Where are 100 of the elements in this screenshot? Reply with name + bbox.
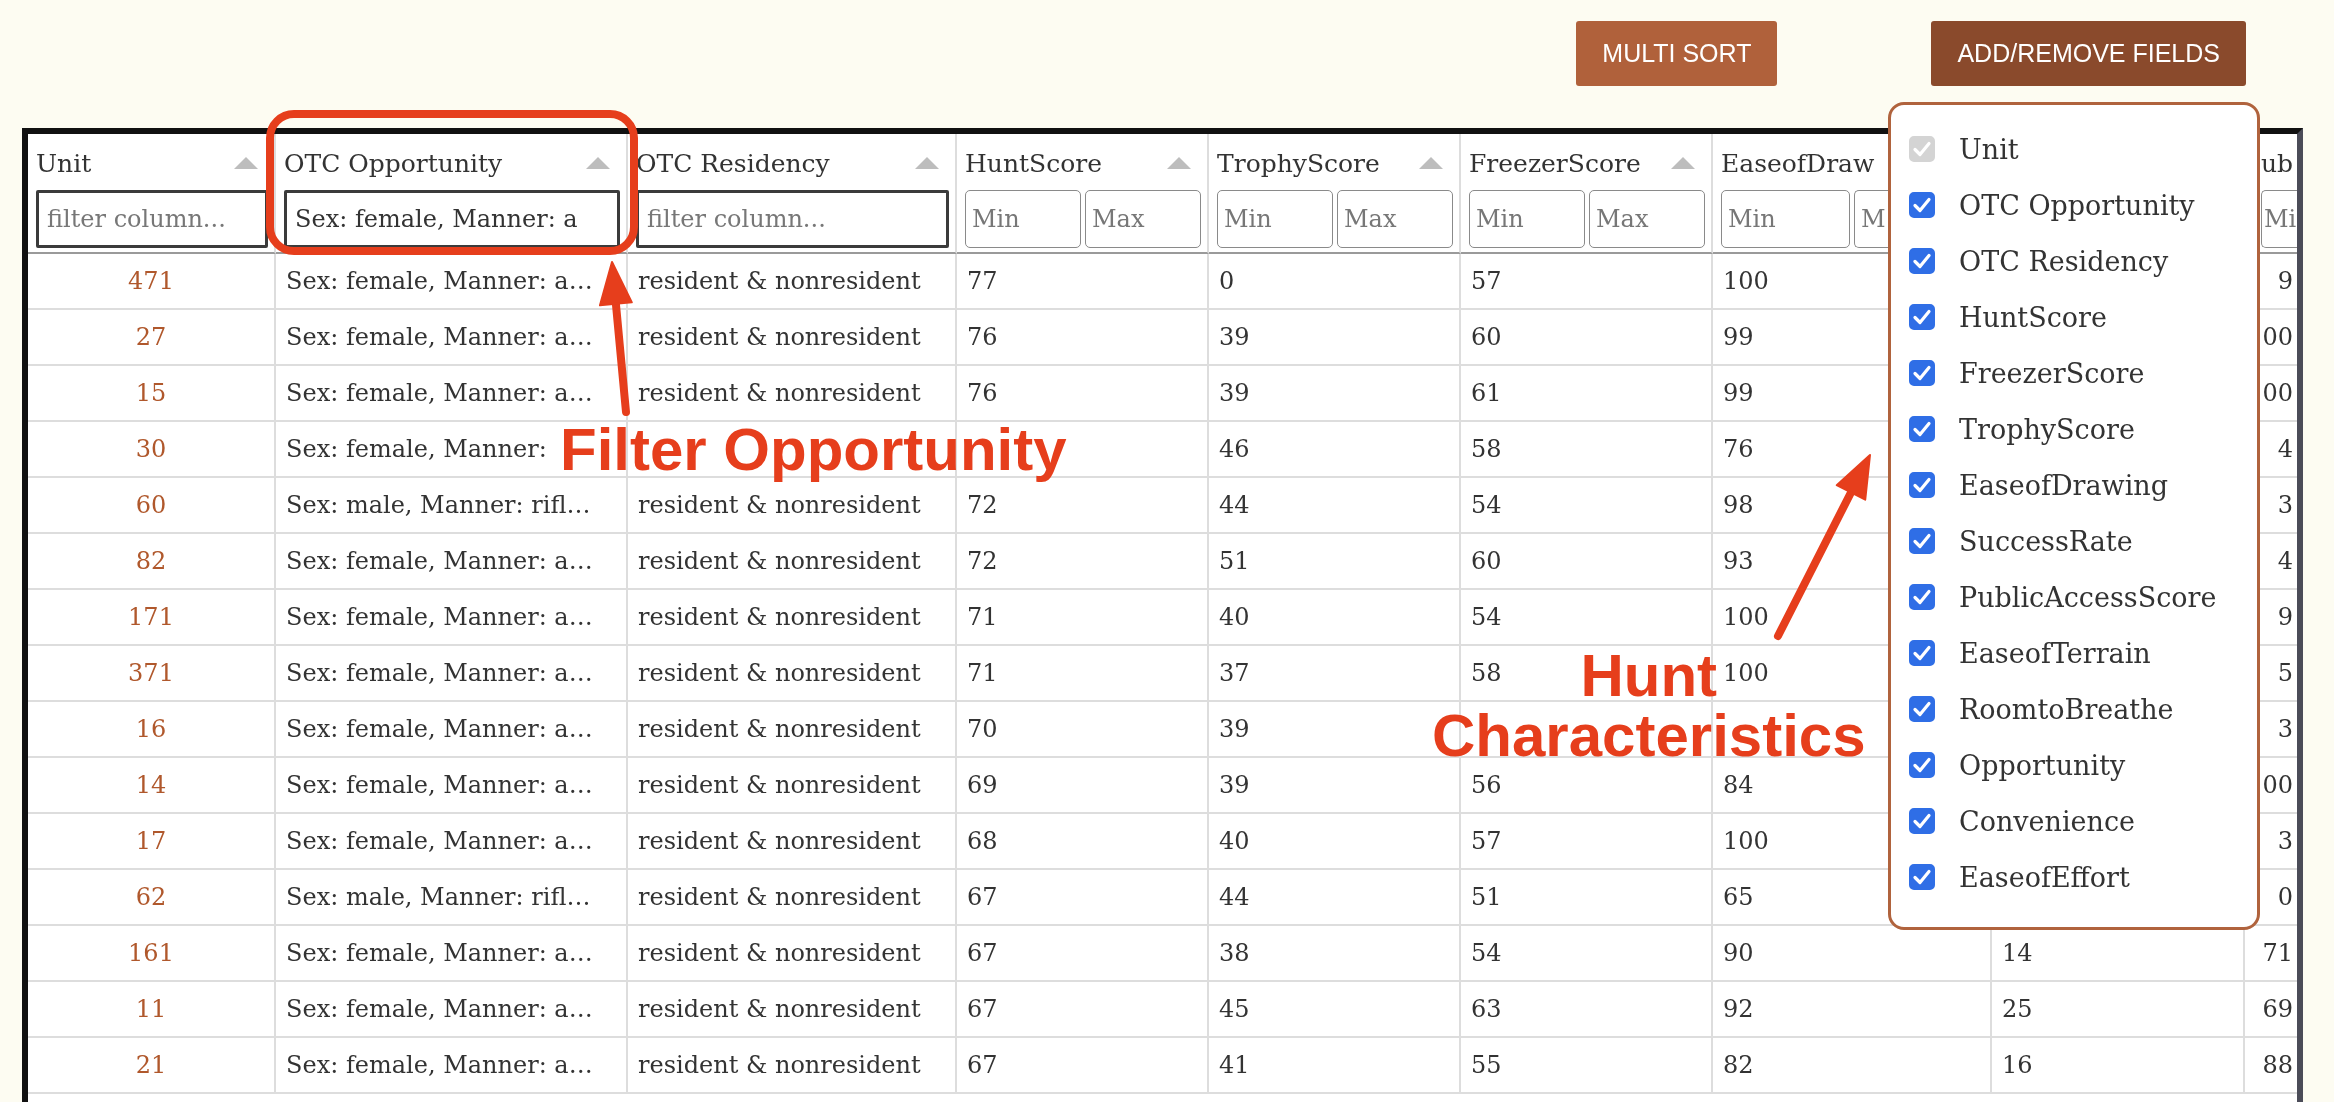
- unit-link[interactable]: 171: [128, 603, 174, 631]
- checkbox[interactable]: [1909, 584, 1935, 610]
- cell-value: Sex: female, Manner: a…: [286, 939, 593, 967]
- column-header[interactable]: EaseofDraw: [1721, 148, 1875, 178]
- field-option[interactable]: PublicAccessScore: [1959, 581, 2217, 613]
- min-field[interactable]: Mi: [2261, 190, 2297, 248]
- annotation-text: Hunt: [1580, 646, 1718, 706]
- cell-value: resident & nonresident: [638, 715, 921, 743]
- cell-value: 41: [1219, 1051, 1250, 1079]
- checkbox[interactable]: [1909, 416, 1935, 442]
- cell-value: 100: [1723, 267, 1769, 295]
- min-field[interactable]: Min: [965, 190, 1081, 248]
- field-option[interactable]: FreezerScore: [1959, 357, 2145, 389]
- cell-value: 45: [1219, 995, 1250, 1023]
- unit-link[interactable]: 60: [135, 491, 167, 519]
- checkbox[interactable]: [1909, 752, 1935, 778]
- checkbox[interactable]: [1909, 808, 1935, 834]
- max-field[interactable]: Max: [1589, 190, 1705, 248]
- cell-value: 63: [1471, 995, 1502, 1023]
- cell-value: 72: [967, 491, 998, 519]
- cell-value: 69: [2262, 995, 2293, 1023]
- cell-value: 67: [967, 995, 998, 1023]
- cell-value: 70: [967, 715, 998, 743]
- max-field[interactable]: M: [1854, 190, 1888, 248]
- cell-value: 88: [2262, 1051, 2293, 1079]
- checkbox[interactable]: [1909, 248, 1935, 274]
- column-header[interactable]: HuntScore: [965, 148, 1102, 178]
- annotation-text: Filter Opportunity: [560, 420, 1067, 480]
- cell-value: 54: [1471, 491, 1502, 519]
- unit-link[interactable]: 471: [128, 267, 174, 295]
- cell-value: Sex: female, Manner: a…: [286, 771, 593, 799]
- field-option[interactable]: EaseofEffort: [1959, 861, 2130, 893]
- min-field[interactable]: Min: [1217, 190, 1333, 248]
- cell-value: 3: [2277, 491, 2293, 519]
- unit-link[interactable]: 62: [135, 883, 167, 911]
- unit-link[interactable]: 16: [135, 715, 167, 743]
- column-header[interactable]: TrophyScore: [1217, 148, 1380, 178]
- column-header[interactable]: ub: [2260, 148, 2293, 178]
- field-option[interactable]: RoomtoBreathe: [1959, 693, 2174, 725]
- unit-link[interactable]: 15: [135, 379, 167, 407]
- field-option[interactable]: TrophyScore: [1959, 413, 2135, 445]
- checkbox[interactable]: [1909, 192, 1935, 218]
- cell-value: 46: [1219, 435, 1250, 463]
- column-header[interactable]: Unit: [36, 148, 92, 178]
- unit-link[interactable]: 82: [135, 547, 167, 575]
- unit-link[interactable]: 161: [128, 939, 174, 967]
- unit-link[interactable]: 14: [135, 771, 167, 799]
- checkbox[interactable]: [1909, 696, 1935, 722]
- checkbox[interactable]: [1909, 304, 1935, 330]
- cell-value: 39: [1219, 771, 1250, 799]
- column-header[interactable]: OTC Residency: [636, 148, 830, 178]
- field-option[interactable]: OTC Residency: [1959, 245, 2169, 277]
- filter-field[interactable]: filter column...: [636, 190, 949, 248]
- unit-link[interactable]: 371: [128, 659, 174, 687]
- field-option[interactable]: SuccessRate: [1959, 525, 2133, 557]
- filter-field[interactable]: Sex: female, Manner: a: [284, 190, 620, 248]
- filter-field[interactable]: filter column...: [36, 190, 268, 248]
- cell-value: resident & nonresident: [638, 491, 921, 519]
- field-option[interactable]: Opportunity: [1959, 749, 2126, 781]
- max-field[interactable]: Max: [1337, 190, 1453, 248]
- min-field[interactable]: Min: [1721, 190, 1850, 248]
- unit-link[interactable]: 21: [135, 1051, 167, 1079]
- cell-value: 93: [1723, 547, 1754, 575]
- cell-value: 57: [1471, 267, 1502, 295]
- cell-value: Sex: female, Manner: a…: [286, 1051, 593, 1079]
- checkbox[interactable]: [1909, 528, 1935, 554]
- unit-link[interactable]: 30: [135, 435, 167, 463]
- column-header[interactable]: OTC Opportunity: [284, 148, 503, 178]
- multi-sort-button[interactable]: MULTI SORT: [1576, 21, 1778, 86]
- cell-value: Sex: female, Manner: a…: [286, 267, 593, 295]
- checkbox[interactable]: [1909, 640, 1935, 666]
- unit-link[interactable]: 27: [135, 323, 167, 351]
- cell-value: 54: [1471, 603, 1502, 631]
- cell-value: 82: [1723, 1051, 1754, 1079]
- checkbox[interactable]: [1909, 360, 1935, 386]
- cell-value: 25: [2002, 995, 2033, 1023]
- field-option[interactable]: OTC Opportunity: [1959, 189, 2195, 221]
- add-remove-fields-button[interactable]: ADD/REMOVE FIELDS: [1931, 21, 2246, 86]
- field-option[interactable]: Convenience: [1959, 805, 2136, 837]
- field-option[interactable]: HuntScore: [1959, 301, 2107, 333]
- cell-value: 60: [1471, 547, 1502, 575]
- max-field[interactable]: Max: [1085, 190, 1201, 248]
- checkbox[interactable]: [1909, 864, 1935, 890]
- column-header[interactable]: FreezerScore: [1469, 148, 1641, 178]
- field-option[interactable]: EaseofTerrain: [1959, 637, 2151, 669]
- cell-value: 9: [2277, 603, 2293, 631]
- min-field[interactable]: Min: [1469, 190, 1585, 248]
- cell-value: 90: [1723, 939, 1754, 967]
- cell-value: Sex: female, Manner: a…: [286, 379, 593, 407]
- cell-value: resident & nonresident: [638, 379, 921, 407]
- cell-value: 39: [1219, 379, 1250, 407]
- unit-link[interactable]: 11: [135, 995, 167, 1023]
- cell-value: 5: [2277, 659, 2293, 687]
- cell-value: 76: [1723, 435, 1754, 463]
- cell-value: 3: [2277, 827, 2293, 855]
- cell-value: resident & nonresident: [638, 883, 921, 911]
- field-option[interactable]: EaseofDrawing: [1959, 469, 2168, 501]
- cell-value: 61: [1471, 379, 1502, 407]
- checkbox[interactable]: [1909, 472, 1935, 498]
- unit-link[interactable]: 17: [135, 827, 167, 855]
